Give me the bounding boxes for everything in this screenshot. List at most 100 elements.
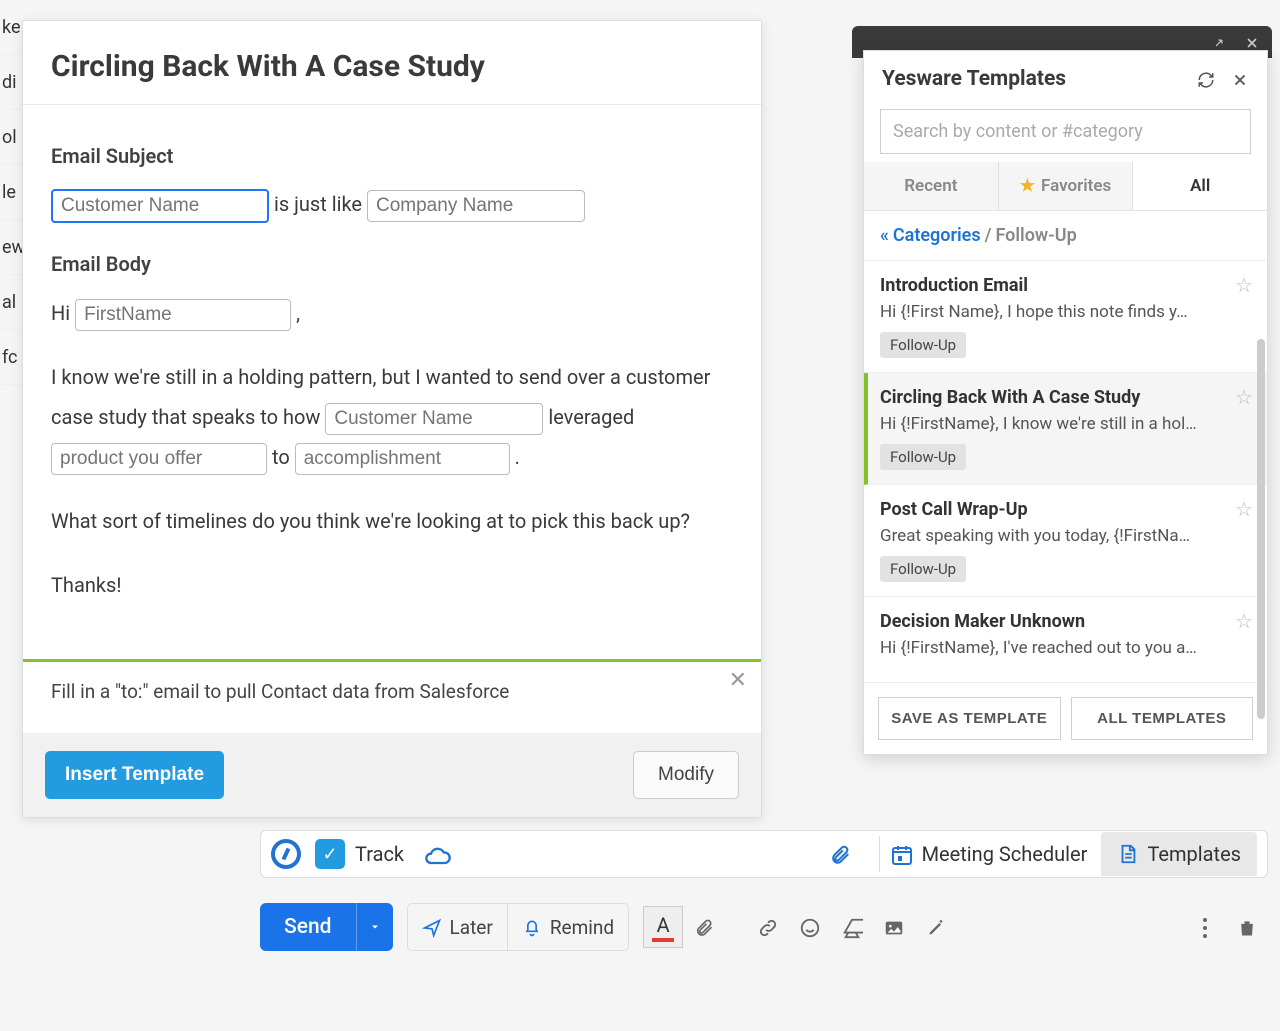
item-preview: Hi {!First Name}, I hope this note finds… xyxy=(880,302,1251,322)
breadcrumb-back[interactable]: « xyxy=(880,225,889,246)
editor-footer: Insert Template Modify xyxy=(23,733,761,817)
tab-label: Favorites xyxy=(1041,176,1111,196)
star-icon[interactable]: ☆ xyxy=(1235,497,1253,521)
star-icon[interactable]: ☆ xyxy=(1235,273,1253,297)
remind-button[interactable]: Remind xyxy=(508,903,629,951)
compose-toolbar: Send Later Remind A xyxy=(260,898,1268,956)
send-button-group: Send xyxy=(260,903,393,951)
link-icon[interactable] xyxy=(747,915,789,940)
refresh-icon[interactable] xyxy=(1197,69,1215,89)
templates-button[interactable]: Templates xyxy=(1101,832,1257,876)
breadcrumb-current: Follow-Up xyxy=(995,225,1076,246)
later-label: Later xyxy=(450,916,493,939)
send-dropdown[interactable] xyxy=(356,903,393,951)
save-as-template-button[interactable]: SAVE AS TEMPLATE xyxy=(878,697,1061,740)
send-button[interactable]: Send xyxy=(260,903,356,951)
template-item[interactable]: Post Call Wrap-Up Great speaking with yo… xyxy=(864,485,1267,597)
breadcrumb-categories[interactable]: Categories xyxy=(893,225,981,246)
all-templates-button[interactable]: ALL TEMPLATES xyxy=(1071,697,1254,740)
subject-field-customer-name[interactable] xyxy=(51,189,269,223)
modify-button[interactable]: Modify xyxy=(633,751,739,799)
cloud-icon[interactable] xyxy=(424,840,452,868)
text-format-button[interactable]: A xyxy=(643,906,683,948)
star-icon: ★ xyxy=(1020,176,1035,196)
template-item[interactable]: Circling Back With A Case Study Hi {!Fir… xyxy=(864,373,1267,485)
trash-icon[interactable] xyxy=(1226,915,1268,940)
template-item[interactable]: Introduction Email Hi {!First Name}, I h… xyxy=(864,261,1267,373)
send-later-button[interactable]: Later xyxy=(407,903,508,951)
drive-icon[interactable] xyxy=(831,915,873,940)
close-hint-icon[interactable]: ✕ xyxy=(729,668,747,693)
partial-row: ke xyxy=(0,0,22,55)
item-title: Introduction Email xyxy=(880,275,1251,296)
body-field-accomplishment[interactable] xyxy=(295,443,510,475)
templates-label: Templates xyxy=(1147,842,1241,866)
panel-title: Yesware Templates xyxy=(882,67,1066,91)
partial-row: di xyxy=(0,55,22,110)
breadcrumb: « Categories / Follow-Up xyxy=(864,211,1267,261)
salesforce-hint-row: Fill in a "to:" email to pull Contact da… xyxy=(23,662,761,733)
body-field-firstname[interactable] xyxy=(75,299,291,331)
pen-icon[interactable] xyxy=(915,915,957,940)
send-icon xyxy=(422,916,442,939)
body-field-product[interactable] xyxy=(51,443,267,475)
bell-icon xyxy=(522,916,542,939)
subject-static-text: is just like xyxy=(274,192,362,216)
yesware-logo-icon[interactable] xyxy=(271,839,301,869)
salesforce-hint-text: Fill in a "to:" email to pull Contact da… xyxy=(51,680,509,703)
remind-label: Remind xyxy=(550,916,614,939)
template-list[interactable]: Introduction Email Hi {!First Name}, I h… xyxy=(864,261,1267,683)
panel-footer: SAVE AS TEMPLATE ALL TEMPLATES xyxy=(864,683,1267,754)
scrollbar[interactable] xyxy=(1257,339,1265,719)
body-text: Thanks! xyxy=(51,565,733,605)
expand-icon[interactable] xyxy=(1212,33,1226,52)
item-tag: Follow-Up xyxy=(880,332,966,358)
emoji-icon[interactable] xyxy=(789,915,831,940)
partial-row: ol xyxy=(0,110,22,165)
close-icon[interactable] xyxy=(1231,69,1249,89)
tab-all[interactable]: All xyxy=(1132,162,1267,210)
document-icon xyxy=(1117,842,1139,866)
insert-template-button[interactable]: Insert Template xyxy=(45,751,224,799)
close-icon[interactable] xyxy=(1244,33,1260,52)
tab-recent[interactable]: Recent xyxy=(864,162,998,210)
body-text: to xyxy=(272,445,290,469)
attachment-icon[interactable] xyxy=(829,840,851,869)
body-text: , xyxy=(296,301,300,325)
meeting-scheduler-button[interactable]: Meeting Scheduler xyxy=(922,842,1088,866)
body-text: What sort of timelines do you think we'r… xyxy=(51,501,733,541)
template-editor-panel: Circling Back With A Case Study Email Su… xyxy=(22,20,762,818)
panel-tabs: Recent ★ Favorites All xyxy=(864,162,1267,211)
track-checkbox[interactable]: ✓ xyxy=(315,839,345,869)
item-title: Circling Back With A Case Study xyxy=(880,387,1251,408)
item-preview: Hi {!FirstName}, I know we're still in a… xyxy=(880,414,1251,434)
tab-favorites[interactable]: ★ Favorites xyxy=(998,162,1133,210)
body-field-customer-name[interactable] xyxy=(325,403,543,435)
item-tag: Follow-Up xyxy=(880,444,966,470)
item-tag: Follow-Up xyxy=(880,556,966,582)
partial-row: al xyxy=(0,275,22,330)
body-label: Email Body xyxy=(51,245,733,283)
more-icon[interactable] xyxy=(1184,915,1226,940)
partial-row: ew xyxy=(0,220,22,275)
attach-filecServerSide-icon[interactable] xyxy=(683,915,725,940)
star-icon[interactable]: ☆ xyxy=(1235,385,1253,409)
search-input[interactable]: Search by content or #category xyxy=(880,109,1251,154)
template-body-area: Email Subject is just like Email Body Hi… xyxy=(23,105,761,659)
body-text: leveraged xyxy=(548,405,634,429)
item-title: Post Call Wrap-Up xyxy=(880,499,1251,520)
partial-row: fc xyxy=(0,330,22,385)
track-label: Track xyxy=(355,842,404,866)
yesware-toolbar: ✓ Track Meeting Scheduler Templates xyxy=(260,830,1268,878)
breadcrumb-sep: / xyxy=(985,225,992,246)
star-icon[interactable]: ☆ xyxy=(1235,609,1253,633)
body-text: Hi xyxy=(51,301,70,325)
subject-field-company-name[interactable] xyxy=(367,190,585,222)
template-title: Circling Back With A Case Study xyxy=(23,21,761,105)
partial-row: le xyxy=(0,165,22,220)
item-preview: Great speaking with you today, {!FirstNa… xyxy=(880,526,1251,546)
left-partial-sidebar: ke di ol le ew al fc xyxy=(0,0,22,1031)
calendar-icon xyxy=(890,841,914,866)
image-icon[interactable] xyxy=(873,915,915,940)
template-item[interactable]: Decision Maker Unknown Hi {!FirstName}, … xyxy=(864,597,1267,683)
